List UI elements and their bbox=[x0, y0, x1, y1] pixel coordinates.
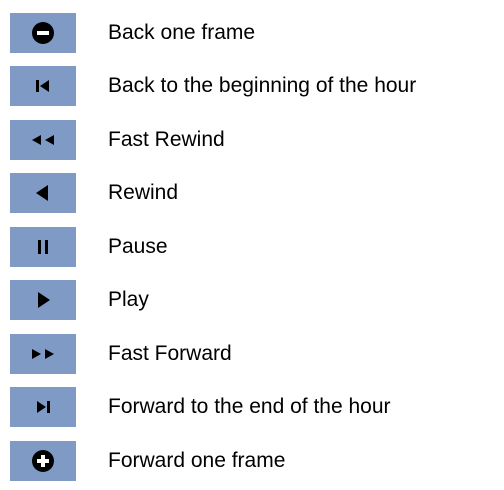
play-icon bbox=[38, 292, 50, 308]
minus-circle-icon bbox=[32, 22, 54, 44]
forward-one-frame-label: Forward one frame bbox=[108, 449, 286, 472]
plus-circle-icon bbox=[32, 450, 54, 472]
pause-button[interactable] bbox=[10, 227, 76, 267]
fast-forward-icon bbox=[32, 349, 54, 359]
control-row-back-to-beginning: Back to the beginning of the hour bbox=[0, 66, 504, 106]
rewind-icon bbox=[36, 185, 48, 201]
rewind-label: Rewind bbox=[108, 181, 179, 204]
control-row-back-one-frame: Back one frame bbox=[0, 13, 504, 53]
control-row-rewind: Rewind bbox=[0, 173, 504, 213]
fast-forward-label: Fast Forward bbox=[108, 342, 232, 365]
back-to-beginning-button[interactable] bbox=[10, 66, 76, 106]
control-row-pause: Pause bbox=[0, 227, 504, 267]
playback-controls-legend: Back one frame Back to the beginning of … bbox=[0, 0, 504, 490]
control-row-play: Play bbox=[0, 280, 504, 320]
control-row-fast-rewind: Fast Rewind bbox=[0, 120, 504, 160]
control-row-forward-to-end: Forward to the end of the hour bbox=[0, 387, 504, 427]
forward-to-end-button[interactable] bbox=[10, 387, 76, 427]
forward-to-end-label: Forward to the end of the hour bbox=[108, 395, 391, 418]
fast-forward-button[interactable] bbox=[10, 334, 76, 374]
skip-to-start-icon bbox=[36, 80, 49, 92]
play-button[interactable] bbox=[10, 280, 76, 320]
back-to-beginning-label: Back to the beginning of the hour bbox=[108, 74, 417, 97]
control-row-forward-one-frame: Forward one frame bbox=[0, 441, 504, 481]
fast-rewind-button[interactable] bbox=[10, 120, 76, 160]
forward-one-frame-button[interactable] bbox=[10, 441, 76, 481]
fast-rewind-icon bbox=[32, 135, 54, 145]
fast-rewind-label: Fast Rewind bbox=[108, 128, 225, 151]
back-one-frame-button[interactable] bbox=[10, 13, 76, 53]
control-row-fast-forward: Fast Forward bbox=[0, 334, 504, 374]
rewind-button[interactable] bbox=[10, 173, 76, 213]
skip-to-end-icon bbox=[37, 401, 50, 413]
pause-label: Pause bbox=[108, 235, 168, 258]
play-label: Play bbox=[108, 288, 149, 311]
back-one-frame-label: Back one frame bbox=[108, 21, 256, 44]
pause-icon bbox=[38, 240, 48, 254]
